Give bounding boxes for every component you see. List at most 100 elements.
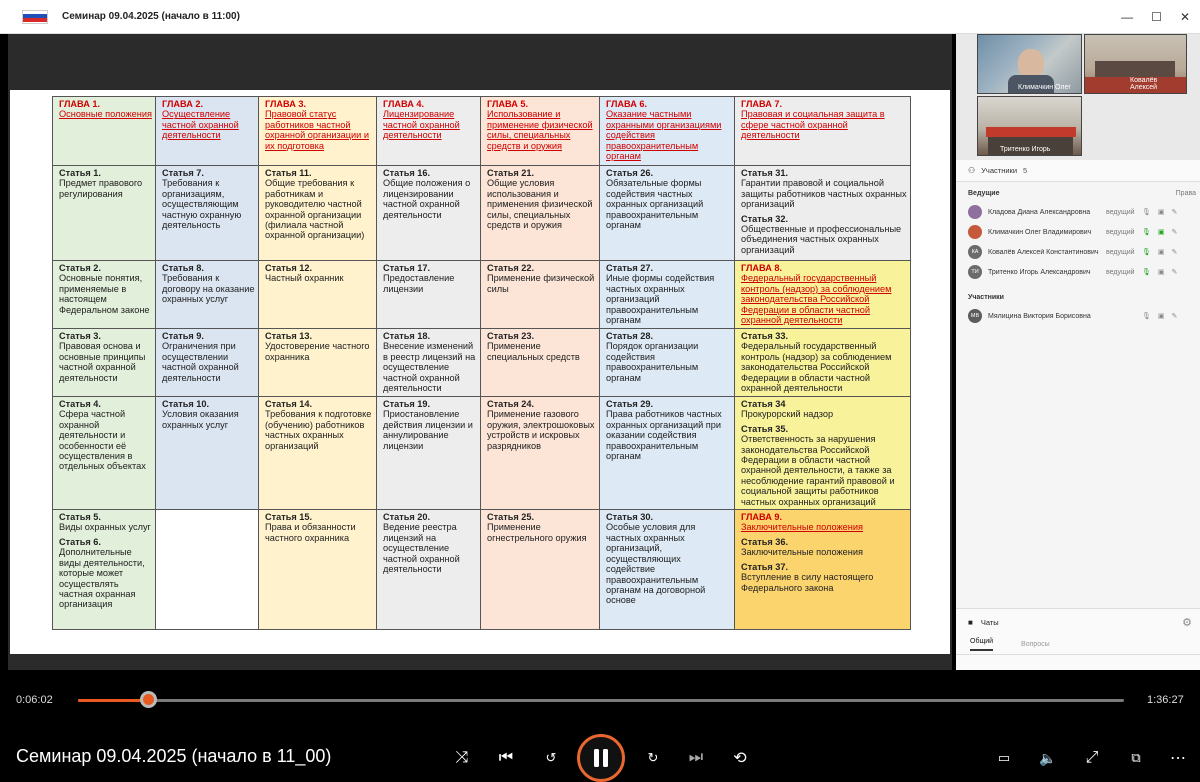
people-icon: ⚇ (968, 166, 976, 175)
participant-row[interactable]: ТИ Тритенко Игорь Александрович ведущий 🎙 ▣ ✎ (956, 262, 1200, 282)
chapter-title: Осуществление частной охранной деятельно… (162, 109, 239, 141)
article-title: Сфера частной охранной деятельности и ос… (59, 409, 146, 472)
article-title: Общие положения о лицензировании частной… (383, 178, 471, 220)
side-panel: Климачкин Олег Ковалёв Алексей Тритенко … (956, 34, 1200, 670)
participant-name: Тритенко Игорь Александрович (988, 268, 1091, 276)
tab-questions[interactable]: Вопросы (1021, 641, 1050, 648)
previous-icon[interactable]: ⏮ (496, 748, 516, 768)
forward-30-icon[interactable]: ↻ (642, 748, 664, 768)
article-title: Ограничения при осуществлении частной ох… (162, 341, 239, 383)
volume-icon[interactable]: 🔈 (1038, 748, 1058, 768)
article-title: Общественные и профессиональные объедине… (741, 224, 902, 255)
seek-handle[interactable] (140, 691, 157, 708)
tab-general[interactable]: Общий (970, 638, 994, 651)
camera-icon[interactable]: ▣ (1158, 268, 1165, 276)
microphone-icon[interactable]: 🎙 (1142, 312, 1151, 320)
participant-row[interactable]: Кладова Диана Александровна ведущий 🎙 ▣ ✎ (956, 202, 1200, 222)
edit-icon[interactable]: ✎ (1172, 268, 1178, 276)
chapter-title: Федеральный государственный контроль (на… (741, 273, 892, 326)
members-section-label: Участники (968, 294, 1004, 301)
close-button[interactable]: ✕ (1180, 10, 1190, 24)
video-tile[interactable]: Климачкин Олег (977, 34, 1082, 94)
rewind-10-icon[interactable]: ↺ (540, 748, 562, 768)
pause-button[interactable] (577, 734, 625, 782)
chapter-number: ГЛАВА 6. (606, 99, 648, 109)
table-cell: Статья 27. Иные формы содействия частных … (599, 260, 735, 329)
chapter-title: Правовой статус работников частной охран… (265, 109, 369, 151)
article-title: Иные формы содействия частных охранных о… (606, 273, 715, 326)
maximize-button[interactable]: ☐ (1151, 10, 1162, 24)
chapter-number: ГЛАВА 4. (383, 99, 425, 109)
microphone-icon[interactable]: 🎙 (1142, 208, 1151, 216)
subtitles-icon[interactable]: ▭ (994, 748, 1014, 768)
table-cell: Статья 13. Удостоверение частного охранни… (258, 328, 377, 397)
article-number: Статья 24. (487, 399, 535, 409)
camera-icon[interactable]: ▣ (1158, 228, 1165, 236)
edit-icon[interactable]: ✎ (1172, 312, 1178, 320)
table-cell: Статья 8. Требования к договору на оказан… (155, 260, 259, 329)
article-title: Порядок организации содействия правоохра… (606, 341, 699, 383)
video-tiles: Климачкин Олег Ковалёв Алексей Тритенко … (956, 34, 1200, 160)
avatar: КА (968, 245, 982, 259)
participants-header[interactable]: ⚇ Участники 5 (956, 160, 1200, 182)
article-number: Статья 31. (741, 168, 789, 178)
video-title: Семинар 09.04.2025 (начало в 11_00) (16, 746, 332, 766)
participants-panel: ⚇ Участники 5 Ведущие Права Кладова Диан… (956, 160, 1200, 600)
article-number: Статья 35. (741, 423, 789, 434)
chapter-title: Основные положения (59, 109, 152, 120)
participant-row[interactable]: Климачкин Олег Владимирович ведущий 🎙 ▣ ✎ (956, 222, 1200, 242)
article-number: Статья 2. (59, 263, 101, 273)
chat-icon: ■ (968, 617, 973, 627)
avatar: ТИ (968, 265, 982, 279)
camera-icon[interactable]: ▣ (1158, 312, 1165, 320)
table-row: Статья 4. Сфера частной охранной деятельн… (52, 395, 911, 511)
flag-icon (22, 9, 48, 24)
edit-icon[interactable]: ✎ (1172, 228, 1178, 236)
article-number: Статья 32. (741, 213, 789, 224)
edit-icon[interactable]: ✎ (1172, 208, 1178, 216)
camera-icon[interactable]: ▣ (1158, 208, 1165, 216)
microphone-icon[interactable]: 🎙 (1142, 228, 1151, 236)
edit-icon[interactable]: ✎ (1172, 248, 1178, 256)
article-title: Приостановление действия лицензии и анну… (383, 409, 473, 451)
next-icon[interactable]: ⏭ (686, 748, 706, 768)
settings-icon[interactable]: ⚙ (1182, 616, 1192, 629)
seek-progress (78, 699, 149, 702)
table-cell: Статья 20. Ведение реестра лицензий на ос… (376, 509, 481, 631)
article-title: Предмет правового регулирования (59, 178, 143, 199)
shuffle-icon[interactable]: ⤨ (452, 748, 472, 768)
more-options-icon[interactable]: ⋯ (1168, 748, 1188, 768)
minimize-button[interactable]: — (1121, 10, 1133, 24)
repeat-off-icon[interactable]: ⟲ (730, 748, 750, 768)
article-number: Статья 22. (487, 263, 535, 273)
table-cell: Статья 9. Ограничения при осуществлении ч… (155, 328, 259, 397)
article-number: Статья 33. (741, 331, 789, 341)
participant-row[interactable]: КА Ковалёв Алексей Константинович ведущий 🎙… (956, 242, 1200, 262)
fullscreen-icon[interactable]: ⤢ (1082, 748, 1102, 768)
mini-player-icon[interactable]: ⧉ (1126, 748, 1146, 768)
participant-row[interactable]: МВ Мялицина Виктория Борисовна 🎙 ▣ ✎ (956, 306, 1200, 326)
article-number: Статья 20. (383, 512, 431, 523)
article-number: Статья 36. (741, 536, 789, 547)
article-title: Основные понятия, применяемые в настояще… (59, 273, 150, 315)
video-tile[interactable]: Тритенко Игорь (977, 96, 1082, 156)
participant-name: Ковалёв Алексей Константинович (988, 248, 1099, 256)
microphone-icon[interactable]: 🎙 (1142, 248, 1151, 256)
table-cell: Статья 19. Приостановление действия лицен… (376, 395, 481, 511)
avatar (968, 225, 982, 239)
table-cell: Статья 28. Порядок организации содействия… (599, 328, 735, 397)
seek-bar[interactable] (78, 699, 1124, 702)
article-number: Статья 4. (59, 399, 101, 409)
video-name: Климачкин Олег (1018, 84, 1071, 91)
article-title: Виды охранных услуг (59, 522, 151, 533)
article-title: Применение специальных средств (487, 341, 580, 362)
chat-header[interactable]: ■ Чаты ⚙ (956, 609, 1200, 635)
chapter-number: ГЛАВА 3. (265, 99, 307, 109)
video-tile[interactable]: Ковалёв Алексей (1084, 34, 1187, 94)
chapter-number: ГЛАВА 7. (741, 99, 783, 109)
participant-name: Климачкин Олег Владимирович (988, 228, 1092, 236)
table-cell: Статья 34 Прокурорский надзор Статья 35. От… (734, 395, 911, 511)
chapter-title: Заключительные положения (741, 522, 863, 533)
microphone-icon[interactable]: 🎙 (1142, 268, 1151, 276)
camera-icon[interactable]: ▣ (1158, 248, 1165, 256)
